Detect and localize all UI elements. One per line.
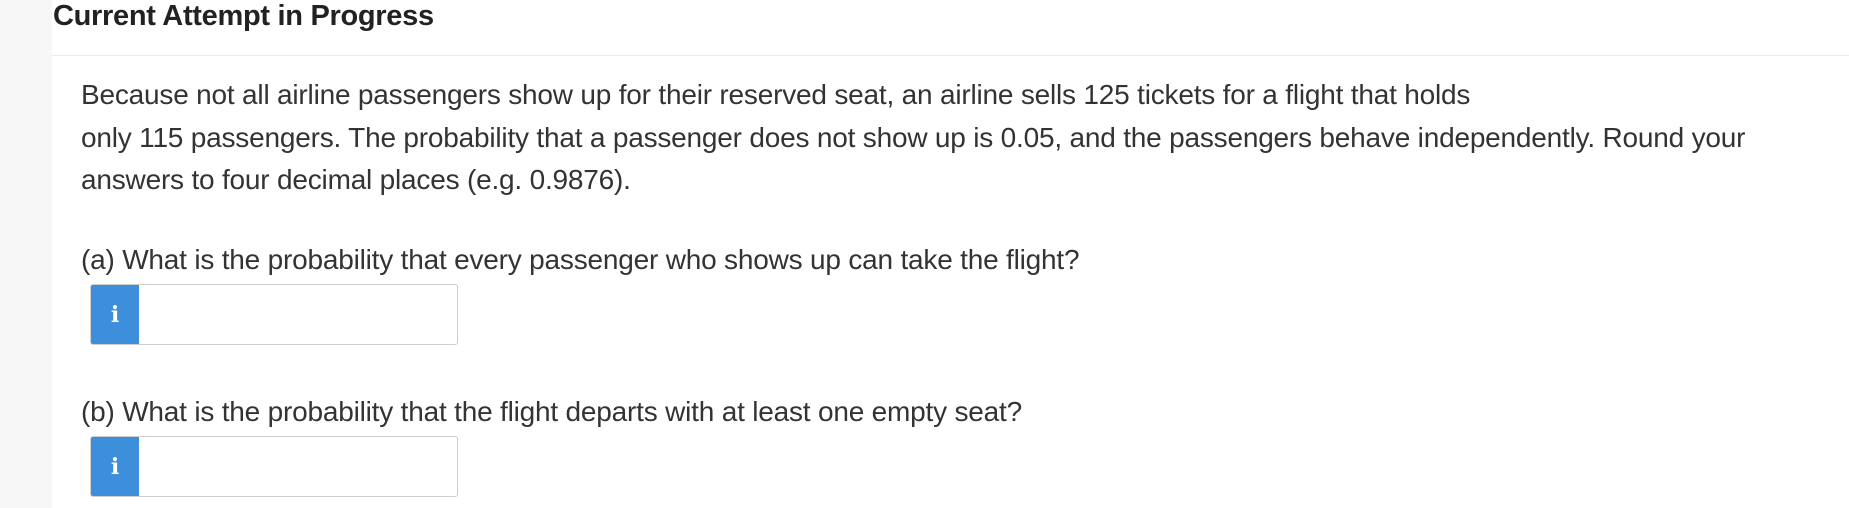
page: Current Attempt in Progress Because not … bbox=[0, 0, 1849, 508]
answer-a-input[interactable] bbox=[139, 285, 457, 344]
problem-statement: Because not all airline passengers show … bbox=[81, 74, 1841, 202]
answer-a-field: i bbox=[90, 284, 458, 345]
problem-line-1: Because not all airline passengers show … bbox=[81, 79, 1471, 110]
answer-b-input[interactable] bbox=[139, 437, 457, 496]
header: Current Attempt in Progress bbox=[52, 0, 1849, 56]
answer-b-field: i bbox=[90, 436, 458, 497]
question-b-text: (b) What is the probability that the fli… bbox=[81, 396, 1022, 427]
info-icon[interactable]: i bbox=[91, 437, 139, 496]
info-icon[interactable]: i bbox=[91, 285, 139, 344]
question-a-text: (a) What is the probability that every p… bbox=[81, 244, 1080, 275]
problem-line-3: answers to four decimal places (e.g. 0.9… bbox=[81, 164, 631, 195]
left-gutter bbox=[0, 0, 52, 508]
page-title: Current Attempt in Progress bbox=[53, 0, 434, 32]
problem-text: Because not all airline passengers show … bbox=[81, 74, 1841, 202]
problem-line-2: only 115 passengers. The probability tha… bbox=[81, 121, 1746, 153]
